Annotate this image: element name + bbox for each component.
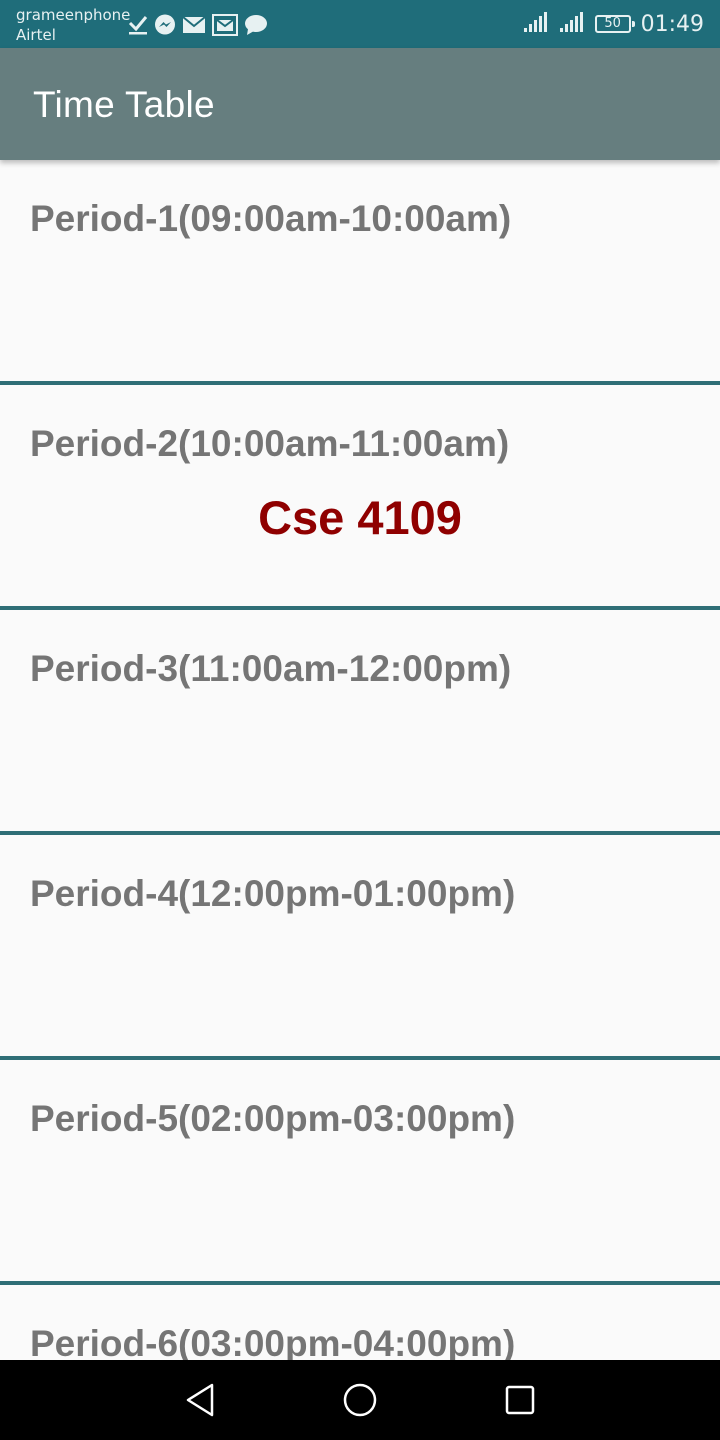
period-label: Period-3(11:00am-12:00pm)	[30, 648, 512, 689]
period-label: Period-4(12:00pm-01:00pm)	[30, 873, 516, 914]
chat-icon	[244, 14, 268, 36]
period-label: Period-1(09:00am-10:00am)	[30, 198, 512, 239]
back-icon[interactable]	[180, 1380, 220, 1420]
period-item-5[interactable]: Period-5(02:00pm-03:00pm)	[0, 1060, 720, 1285]
check-icon	[128, 14, 148, 36]
notification-icons	[128, 13, 268, 37]
status-bar: grameenphone Airtel 50 01:49	[0, 0, 720, 48]
mail-icon	[182, 15, 206, 35]
period-item-1[interactable]: Period-1(09:00am-10:00am)	[0, 160, 720, 385]
battery-icon: 50	[594, 15, 635, 33]
screen: grameenphone Airtel 50 01:49 Time Table …	[0, 0, 720, 1440]
period-course: Cse 4109	[258, 491, 462, 544]
navigation-bar	[0, 1360, 720, 1440]
period-item-4[interactable]: Period-4(12:00pm-01:00pm)	[0, 835, 720, 1060]
app-bar: Time Table	[0, 48, 720, 160]
period-label: Period-2(10:00am-11:00am)	[30, 423, 510, 464]
page-title: Time Table	[33, 84, 215, 125]
carrier-info: grameenphone Airtel	[16, 5, 130, 45]
signal-icon	[523, 11, 549, 38]
status-clock: 01:49	[640, 11, 704, 37]
period-item-2[interactable]: Period-2(10:00am-11:00am) Cse 4109	[0, 385, 720, 610]
home-icon[interactable]	[340, 1380, 380, 1420]
recents-icon[interactable]	[500, 1380, 540, 1420]
period-item-3[interactable]: Period-3(11:00am-12:00pm)	[0, 610, 720, 835]
carrier-2-label: Airtel	[16, 26, 56, 44]
messenger-icon	[154, 14, 176, 36]
gmail-icon	[212, 14, 238, 36]
period-label: Period-6(03:00pm-04:00pm)	[30, 1323, 516, 1364]
system-status: 50 01:49	[523, 10, 704, 38]
carrier-1-label: grameenphone	[16, 6, 131, 24]
period-label: Period-5(02:00pm-03:00pm)	[30, 1098, 516, 1139]
signal-icon	[559, 11, 585, 38]
